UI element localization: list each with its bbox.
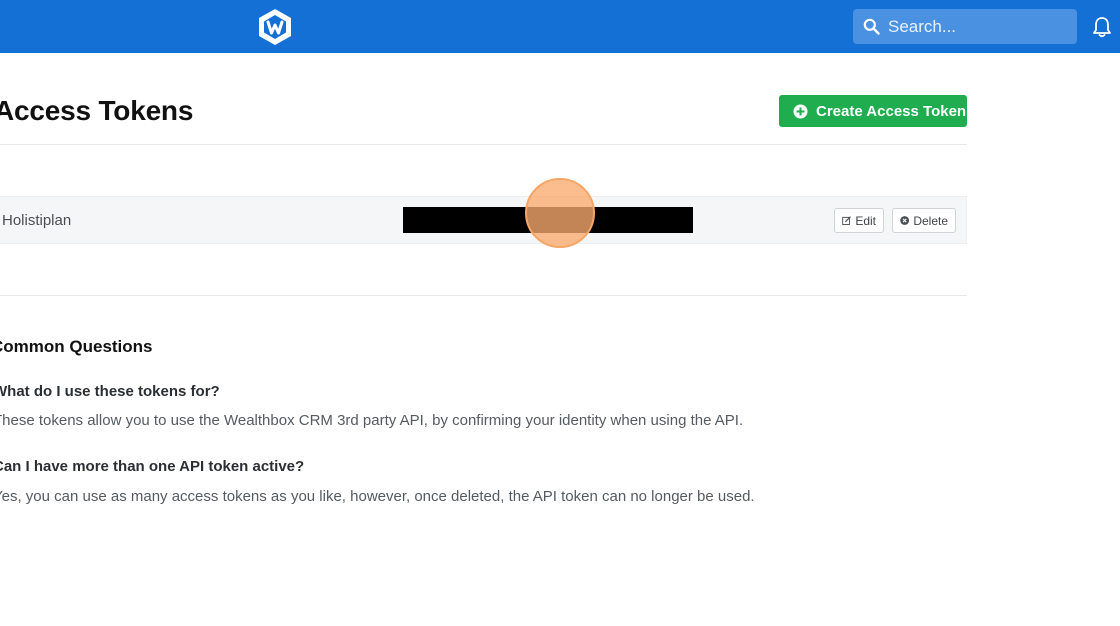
page-title: Access Tokens [0, 95, 194, 126]
bell-icon[interactable] [1092, 16, 1112, 38]
wealthbox-logo-icon[interactable] [257, 8, 293, 46]
top-navigation-bar [0, 0, 1120, 53]
faq-question: What do I use these tokens for? [0, 383, 220, 400]
search-input[interactable] [888, 16, 1068, 37]
edit-icon [842, 216, 851, 225]
click-indicator [525, 178, 595, 248]
search-box[interactable] [853, 9, 1077, 44]
delete-circle-x-icon [900, 216, 910, 225]
edit-button[interactable]: Edit [834, 208, 884, 233]
edit-label: Edit [855, 213, 876, 228]
create-access-token-label: Create Access Token [816, 102, 967, 120]
search-icon [863, 18, 880, 35]
faq-title: Common Questions [0, 337, 153, 356]
faq-answer: Yes, you can use as many access tokens a… [0, 488, 755, 505]
token-row: Holistiplan Edit Delete [0, 196, 967, 244]
plus-circle-icon [793, 104, 808, 118]
faq-question: Can I have more than one API token activ… [0, 458, 305, 475]
divider [0, 144, 967, 145]
create-access-token-button[interactable]: Create Access Token [779, 95, 967, 127]
delete-label: Delete [913, 213, 948, 228]
divider [0, 295, 967, 296]
faq-answer: These tokens allow you to use the Wealth… [0, 412, 744, 429]
delete-button[interactable]: Delete [892, 208, 956, 233]
token-name: Holistiplan [2, 212, 72, 229]
